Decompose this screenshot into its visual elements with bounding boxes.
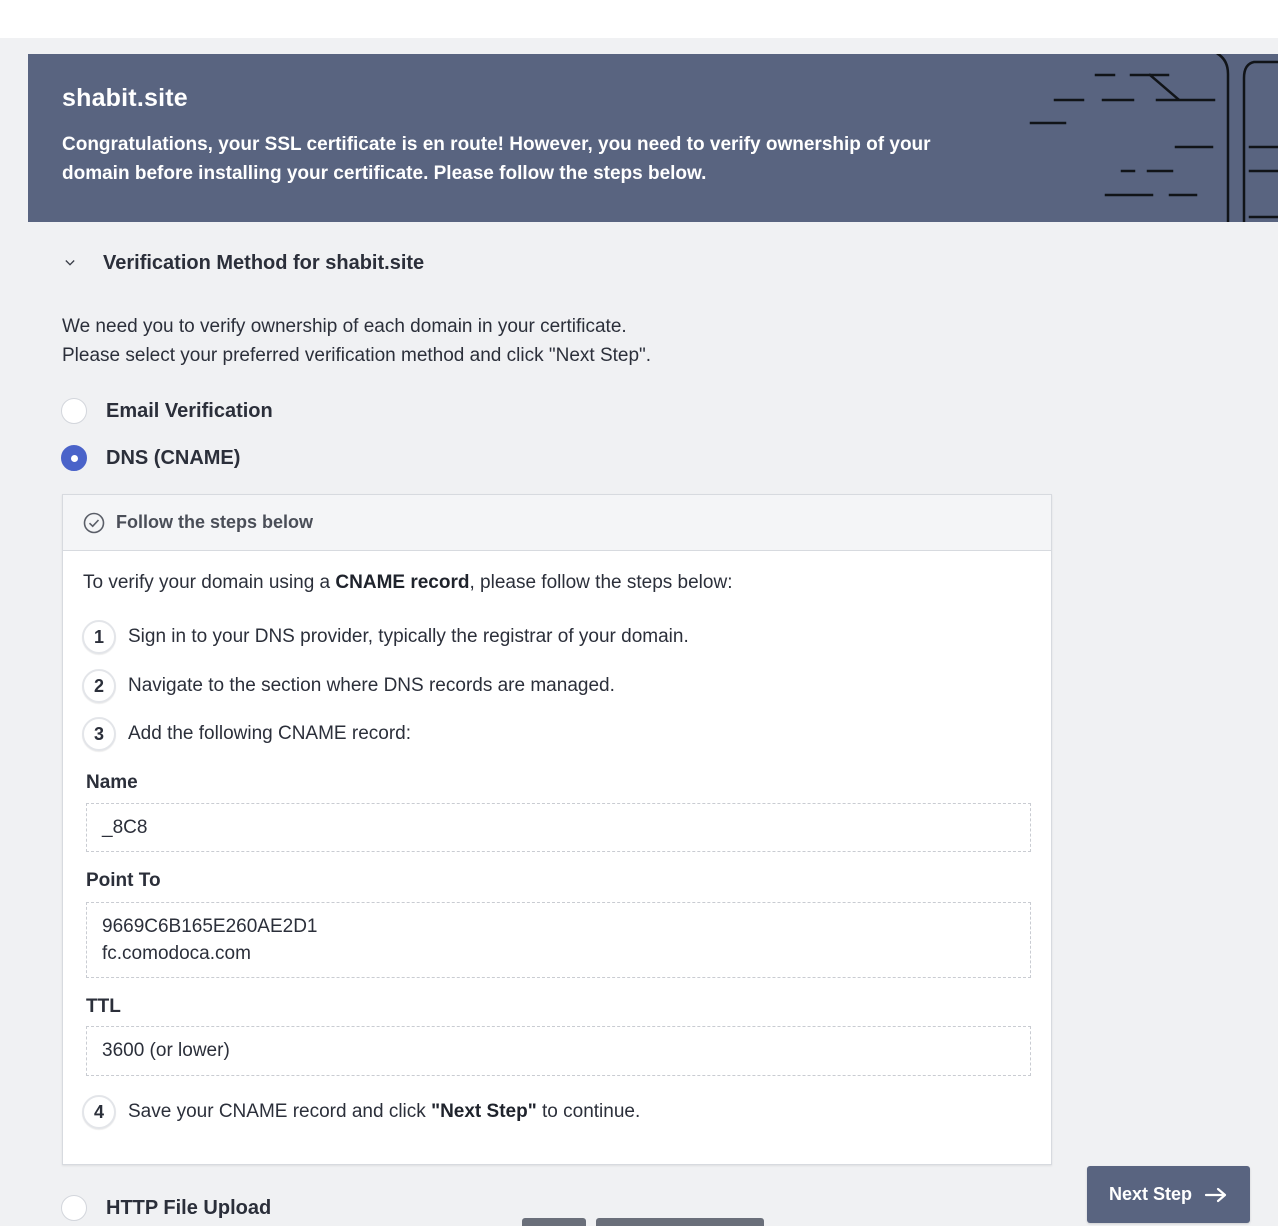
check-circle-icon [83,512,105,534]
step-number-badge: 1 [82,620,116,654]
point-to-line-1[interactable]: 9669C6B165E260AE2D1 [102,913,1015,940]
ttl-field-value[interactable]: 3600 (or lower) [86,1026,1031,1076]
verification-intro: We need you to verify ownership of each … [62,312,962,370]
step-text: Add the following CNAME record: [128,723,412,744]
verification-method-header[interactable]: Verification Method for shabit.site [62,250,424,276]
steps-intro-bold: CNAME record [335,572,470,593]
radio-option-http[interactable]: HTTP File Upload [61,1193,271,1223]
step-1: 1 Sign in to your DNS provider, typicall… [82,619,689,655]
name-field-value[interactable]: _8C8 [86,803,1031,852]
http-file-upload-label[interactable]: HTTP File Upload [106,1197,271,1220]
radio-option-dns[interactable]: DNS (CNAME) [61,443,240,473]
header-banner: shabit.site Congratulations, your SSL ce… [28,54,1278,222]
intro-line-2: Please select your preferred verificatio… [62,345,652,366]
radio-option-email[interactable]: Email Verification [61,396,273,426]
arrow-right-icon[interactable] [1204,1187,1228,1203]
banner-message: Congratulations, your SSL certificate is… [62,134,931,184]
http-file-upload-radio[interactable] [61,1195,87,1221]
cname-steps-panel: Follow the steps below To verify your do… [62,494,1052,1165]
step-text: Save your CNAME record and click "Next S… [128,1101,640,1123]
next-step-button[interactable]: Next Step [1087,1166,1250,1223]
chevron-down-icon[interactable] [65,258,75,268]
dns-cname-label[interactable]: DNS (CNAME) [106,447,240,470]
steps-intro-suffix: , please follow the steps below: [469,572,733,593]
bottom-toolbar-tab[interactable] [522,1218,586,1226]
step-number-badge: 3 [82,717,116,751]
circuit-decoration-icon [1029,54,1278,222]
step4-bold: "Next Step" [431,1101,537,1122]
point-to-field-label: Point To [86,870,161,891]
step4-suffix: to continue. [536,1101,641,1122]
step4-prefix: Save your CNAME record and click [128,1101,432,1122]
steps-intro: To verify your domain using a CNAME reco… [83,572,732,594]
step-text: Navigate to the section where DNS record… [128,675,615,696]
intro-line-1: We need you to verify ownership of each … [62,316,627,337]
step-number-badge: 2 [82,669,116,703]
steps-panel-header: Follow the steps below [63,495,1051,551]
email-verification-radio[interactable] [61,398,87,424]
point-to-line-2[interactable]: fc.comodoca.com [102,940,1015,967]
dns-cname-radio[interactable] [61,445,87,471]
name-field-label: Name [86,772,138,793]
ttl-field-label: TTL [86,996,121,1017]
email-verification-label[interactable]: Email Verification [106,400,273,423]
steps-panel-title: Follow the steps below [116,512,314,532]
section-title: Verification Method for shabit.site [103,251,425,274]
banner-domain-title: shabit.site [62,84,188,112]
step-2: 2 Navigate to the section where DNS reco… [82,668,615,704]
step-4: 4 Save your CNAME record and click "Next… [82,1094,640,1130]
steps-intro-prefix: To verify your domain using a [83,572,336,593]
point-to-field-value[interactable]: 9669C6B165E260AE2D1 fc.comodoca.com [86,902,1031,978]
step-number-badge: 4 [82,1095,116,1129]
step-3: 3 Add the following CNAME record: [82,716,411,752]
verification-card: shabit.site Congratulations, your SSL ce… [28,54,1278,1226]
step-text: Sign in to your DNS provider, typically … [128,626,689,647]
next-step-label[interactable]: Next Step [1109,1184,1192,1205]
bottom-toolbar-tab[interactable] [596,1218,764,1226]
